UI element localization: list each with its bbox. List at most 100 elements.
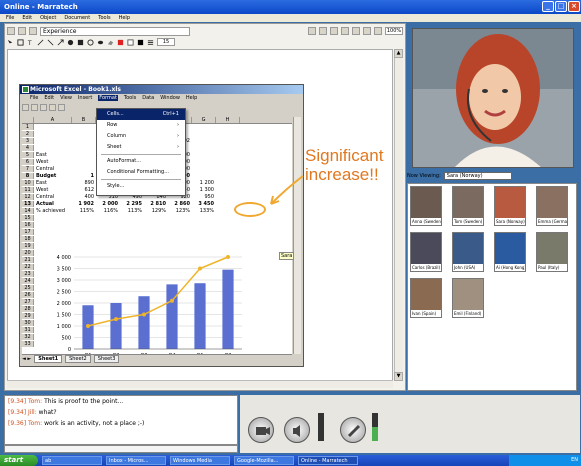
format-menu-item-style: Style...	[107, 183, 125, 189]
taskbar-item[interactable]: Inbox - Micros...	[106, 456, 166, 465]
color-black-icon[interactable]	[137, 39, 144, 46]
participant-thumbnail[interactable]: Tom (Sweden)	[452, 186, 484, 226]
line-icon[interactable]	[47, 39, 54, 46]
menu-file[interactable]: File	[6, 15, 14, 21]
excel-cell: 2 295	[126, 201, 142, 207]
start-button[interactable]: start	[0, 455, 38, 466]
speaker-button[interactable]	[284, 417, 310, 443]
sheet-tab: Sheet2	[65, 355, 91, 363]
taskbar-item[interactable]: Online - Marratech	[298, 456, 358, 465]
line-width-select[interactable]: 15	[157, 38, 175, 46]
excel-cell	[72, 131, 96, 137]
taskbar-item[interactable]: Windows Media	[170, 456, 230, 465]
main-video-feed	[412, 28, 574, 168]
pen-icon[interactable]	[37, 39, 44, 46]
line-weight-icon[interactable]	[147, 39, 154, 46]
system-tray: EN	[509, 455, 581, 466]
oval-icon[interactable]	[97, 39, 104, 46]
camera-button[interactable]	[248, 417, 274, 443]
next-page-icon[interactable]	[319, 27, 327, 35]
fit-icon[interactable]	[374, 27, 382, 35]
select-arrow-icon[interactable]	[7, 39, 14, 46]
menu-object[interactable]: Object	[40, 15, 56, 21]
microphone-volume-slider[interactable]	[372, 413, 378, 441]
maximize-button[interactable]: □	[555, 1, 567, 12]
participant-thumbnail[interactable]: Emil (Finland)	[452, 278, 484, 318]
document-name-field[interactable]: Experience	[40, 26, 190, 36]
participant-thumbnail[interactable]: Paul (Italy)	[536, 232, 568, 272]
col-header: H	[216, 117, 240, 123]
chart-line-point	[170, 298, 174, 303]
row-number: 33	[22, 341, 34, 347]
open-icon[interactable]	[18, 27, 26, 35]
participant-thumbnail[interactable]: Carlos (Brazil)	[410, 232, 442, 272]
menu-document[interactable]: Document	[64, 15, 90, 21]
circle-icon[interactable]	[87, 38, 94, 46]
prev-page-icon[interactable]	[308, 27, 316, 35]
chart-bar	[110, 303, 122, 349]
new-icon[interactable]	[7, 27, 15, 35]
annotation-line-1: Significant	[305, 146, 384, 165]
y-tick-label: 2 000	[57, 301, 71, 307]
col-header: G	[192, 117, 216, 123]
speaker-volume-slider[interactable]	[318, 413, 324, 441]
excel-cell: Central	[36, 166, 55, 172]
taskbar-item[interactable]: ab	[42, 456, 102, 465]
participant-thumbnail[interactable]: Emma (Germany)	[536, 186, 568, 226]
excel-cell	[34, 138, 72, 144]
excel-title: Microsoft Excel - Book1.xls	[30, 86, 122, 93]
excel-cell: 2 000	[102, 201, 118, 207]
chart-bar	[222, 269, 234, 349]
participant-thumbnail[interactable]: Ai (Hong Kong)	[494, 232, 526, 272]
participant-thumbnail[interactable]: Sara (Norway)	[494, 186, 526, 226]
arrow-line-icon[interactable]	[57, 38, 64, 46]
menu-edit[interactable]: Edit	[22, 15, 32, 21]
y-tick-label: 3 500	[57, 267, 71, 273]
taskbar-item[interactable]: Google-Mozilla...	[234, 456, 294, 465]
close-button[interactable]: ×	[568, 1, 580, 12]
zoom-out-icon[interactable]	[363, 27, 371, 35]
save-icon[interactable]	[29, 27, 37, 35]
excel-cell	[192, 173, 216, 179]
format-menu-item-autoformat: AutoFormat...	[107, 158, 141, 164]
zoom-select[interactable]: 100%	[385, 27, 403, 35]
row-number: 16	[22, 222, 34, 228]
text-tool-icon[interactable]: T	[27, 39, 34, 46]
excel-cell	[34, 124, 72, 130]
menu-bar: File Edit Object Document Tools Help	[0, 14, 581, 22]
row-number: 24	[22, 278, 34, 284]
scroll-down-icon[interactable]: ▼	[394, 372, 403, 381]
excel-cell: 2 860	[174, 201, 190, 207]
page-icon[interactable]	[330, 27, 338, 35]
rectangle-icon[interactable]	[17, 38, 24, 46]
scroll-up-icon[interactable]: ▲	[394, 49, 403, 58]
chat-input[interactable]	[4, 445, 238, 453]
menu-tools[interactable]: Tools	[98, 15, 110, 21]
comment-label: Sara	[279, 252, 295, 260]
filled-circle-icon[interactable]	[67, 39, 74, 46]
chart-line-point	[86, 324, 90, 328]
eraser-icon[interactable]	[107, 39, 114, 46]
now-viewing-select[interactable]: Sara (Norway)	[443, 172, 512, 180]
participant-thumbnail[interactable]: Anna (Sweden)	[410, 186, 442, 226]
filled-square-icon[interactable]	[77, 39, 84, 46]
now-viewing-label: Now Viewing:	[407, 173, 441, 179]
print-icon[interactable]	[341, 27, 349, 35]
color-white-icon[interactable]	[127, 38, 134, 46]
excel-cell: East	[36, 152, 47, 158]
whiteboard-horizontal-scrollbar[interactable]	[7, 380, 393, 388]
microphone-button[interactable]	[340, 417, 366, 443]
menu-help[interactable]: Help	[119, 15, 130, 21]
excel-cell: 400	[84, 194, 94, 200]
chat-log: [9.34] Tom: This is proof to the point..…	[4, 395, 238, 445]
minimize-button[interactable]: _	[542, 1, 554, 12]
zoom-in-icon[interactable]	[352, 27, 360, 35]
participant-thumbnail[interactable]: John (USA)	[452, 232, 484, 272]
whiteboard-vertical-scrollbar[interactable]: ▲ ▼	[394, 49, 403, 381]
excel-icon	[22, 86, 29, 93]
row-number: 31	[22, 327, 34, 333]
excel-cell	[192, 159, 216, 165]
participant-thumbnail[interactable]: Ivan (Spain)	[410, 278, 442, 318]
excel-cell	[34, 131, 72, 137]
color-red-icon[interactable]	[117, 39, 124, 46]
